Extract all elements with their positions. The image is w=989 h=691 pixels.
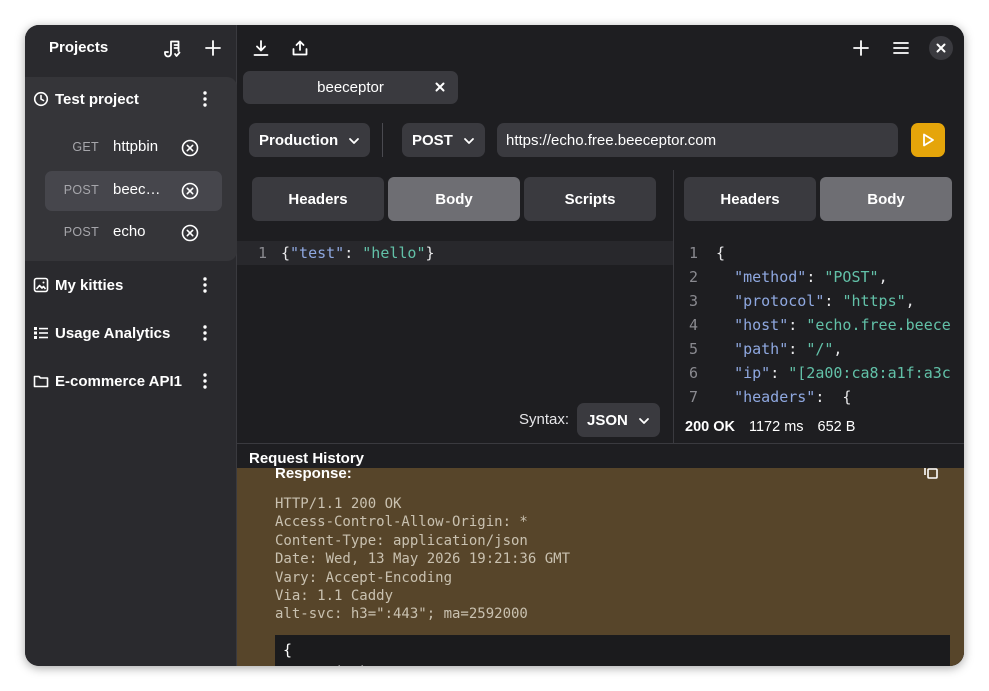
download-icon[interactable] (251, 38, 271, 58)
response-line-text: "ip": "[2a00:ca8:a1f:a3c (734, 364, 951, 382)
tab-response-headers[interactable]: Headers (684, 177, 816, 221)
response-time: 1172 ms (748, 419, 804, 435)
line-number: 3 (688, 292, 698, 310)
line-number: 4 (688, 316, 698, 334)
clock-icon (33, 91, 49, 107)
code-line: 1 {"test": "hello"} (237, 241, 673, 265)
request-item-echo[interactable]: POST echo (45, 213, 222, 253)
response-code-line: 2 "method": "POST", (674, 265, 964, 289)
project-item-usage-analytics[interactable]: Usage Analytics (25, 311, 237, 355)
response-body-viewer[interactable]: 1{2 "method": "POST", 3 "protocol": "http… (674, 229, 964, 407)
method-value: POST (412, 131, 453, 149)
share-icon[interactable] (290, 38, 310, 58)
image-icon (33, 277, 49, 293)
project-label: Test project (55, 90, 139, 108)
remove-request-icon[interactable] (181, 182, 199, 200)
project-label: E-commerce API1 (55, 372, 183, 390)
request-method: POST (63, 225, 99, 239)
chevron-down-icon (463, 134, 475, 146)
response-code-line: 3 "protocol": "https", (674, 289, 964, 313)
response-line-text: "path": "/", (734, 340, 843, 358)
line-number: 1 (688, 244, 698, 262)
request-name: beec… (113, 181, 161, 198)
request-method: POST (63, 183, 99, 197)
request-body-text: {"test": "hello"} (281, 244, 435, 262)
history-response-body: { "method": "POST", (275, 635, 950, 666)
app-window: Projects Test project GET httpbin POST b… (25, 25, 964, 666)
line-number: 1 (257, 244, 267, 262)
status-code: 200 OK (685, 419, 735, 435)
send-request-button[interactable] (911, 123, 945, 157)
response-line-text: "headers": { (734, 388, 852, 406)
chevron-down-icon (348, 134, 360, 146)
request-item-httpbin[interactable]: GET httpbin (45, 128, 222, 168)
remove-request-icon[interactable] (181, 139, 199, 157)
project-label: My kitties (55, 276, 124, 294)
environment-value: Production (259, 131, 339, 149)
url-input[interactable] (497, 123, 898, 157)
syntax-select[interactable]: JSON (577, 403, 660, 437)
response-code-line: 5 "path": "/", (674, 337, 964, 361)
line-number: 6 (688, 364, 698, 382)
response-line-text: "host": "echo.free.beece (734, 316, 951, 334)
syntax-label: Syntax: (519, 411, 570, 428)
response-status-bar: 200 OK 1172 ms 652 B (685, 419, 855, 435)
new-request-icon[interactable] (851, 38, 871, 58)
add-project-icon[interactable] (203, 38, 223, 58)
request-name: echo (113, 223, 146, 240)
project-menu-icon[interactable] (195, 89, 215, 109)
sidebar-title: Projects (49, 39, 109, 56)
chevron-down-icon (638, 414, 650, 426)
response-label: Response: (275, 468, 352, 482)
request-body-editor[interactable]: 1 {"test": "hello"} (237, 229, 673, 397)
close-window-icon[interactable] (929, 36, 953, 60)
import-collection-icon[interactable] (163, 39, 183, 59)
remove-request-icon[interactable] (181, 224, 199, 242)
project-menu-icon[interactable] (195, 275, 215, 295)
response-code-line: 4 "host": "echo.free.beece (674, 313, 964, 337)
list-icon (33, 325, 49, 341)
response-size: 652 B (817, 419, 856, 435)
tab-beeceptor[interactable]: beeceptor (243, 71, 458, 104)
folder-icon (33, 373, 49, 389)
project-item-e-commerce-api1[interactable]: E-commerce API1 (25, 359, 237, 403)
response-code-line: 1{ (674, 241, 964, 265)
request-item-beeceptor[interactable]: POST beec… (45, 171, 222, 211)
syntax-value: JSON (587, 411, 628, 429)
main-panel: beeceptor Production POST Headers Body S… (237, 25, 964, 666)
divider (382, 123, 383, 157)
projects-sidebar: Projects Test project GET httpbin POST b… (25, 25, 237, 666)
line-number: 7 (688, 388, 698, 406)
history-divider (237, 443, 964, 444)
response-line-text: "protocol": "https", (734, 292, 915, 310)
close-tab-icon[interactable] (433, 80, 447, 94)
response-line-text: "method": "POST", (734, 268, 888, 286)
tab-response-body[interactable]: Body (820, 177, 952, 221)
hamburger-menu-icon[interactable] (891, 38, 911, 58)
tab-request-headers[interactable]: Headers (252, 177, 384, 221)
line-number: 5 (688, 340, 698, 358)
request-method: GET (72, 140, 99, 154)
method-select[interactable]: POST (402, 123, 485, 157)
response-code-line: 7 "headers": { (674, 385, 964, 407)
history-title: Request History (249, 450, 365, 467)
project-item-my-kitties[interactable]: My kitties (25, 263, 237, 307)
response-code-line: 6 "ip": "[2a00:ca8:a1f:a3c (674, 361, 964, 385)
line-number: 2 (688, 268, 698, 286)
request-history-panel: Response: HTTP/1.1 200 OK Access-Control… (237, 468, 964, 666)
project-item-test-project[interactable]: Test project (25, 77, 237, 121)
response-line-text: { (716, 244, 726, 262)
raw-response-headers: HTTP/1.1 200 OK Access-Control-Allow-Ori… (275, 496, 571, 623)
environment-select[interactable]: Production (249, 123, 370, 157)
tab-request-body[interactable]: Body (388, 177, 520, 221)
project-label: Usage Analytics (55, 324, 171, 342)
project-menu-icon[interactable] (195, 323, 215, 343)
request-name: httpbin (113, 138, 159, 155)
project-menu-icon[interactable] (195, 371, 215, 391)
tab-request-scripts[interactable]: Scripts (524, 177, 656, 221)
copy-icon[interactable] (923, 468, 939, 480)
tab-label: beeceptor (317, 79, 384, 96)
